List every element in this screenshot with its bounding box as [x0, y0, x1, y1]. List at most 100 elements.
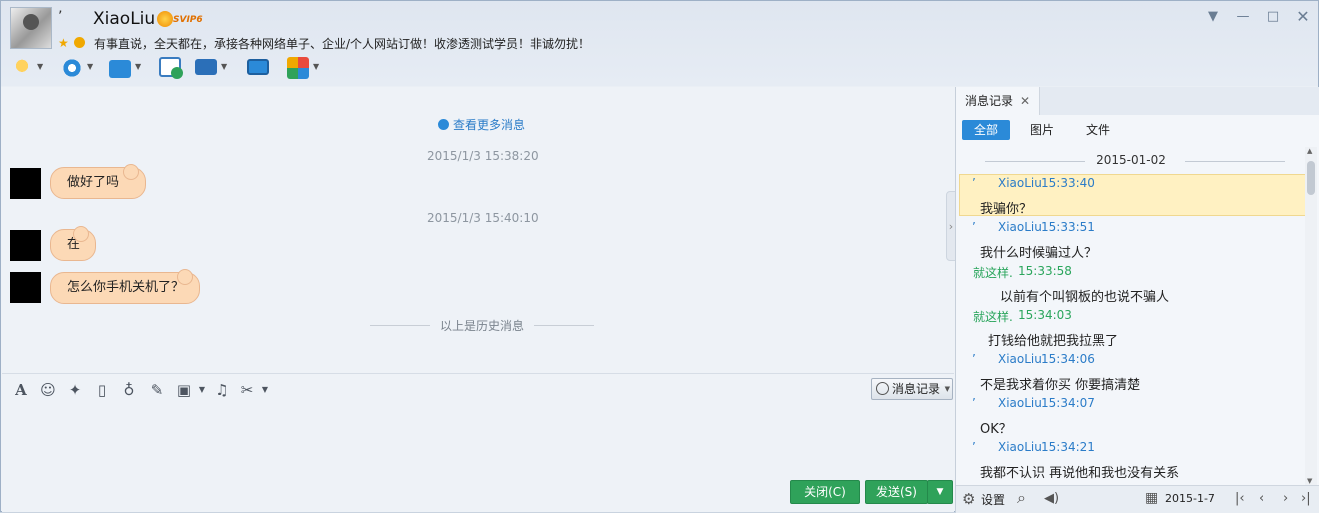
dropdown-icon[interactable]: ▼ — [1203, 7, 1223, 27]
avatar[interactable] — [10, 168, 41, 199]
bubble-decoration — [177, 269, 193, 285]
history-date: 2015-01-02 — [957, 153, 1305, 167]
send-button[interactable]: 发送(S) — [865, 480, 928, 504]
plus-icon — [171, 67, 183, 79]
chevron-down-icon: ▼ — [936, 487, 944, 497]
chevron-down-icon: ▼ — [944, 385, 950, 393]
contact-nickname[interactable]: XiaoLiu — [93, 9, 155, 29]
tab-message-history[interactable]: 消息记录 ✕ — [956, 87, 1040, 115]
send-options-button[interactable]: ▼ — [927, 480, 953, 504]
entry-time: 15:33:51 — [1041, 220, 1095, 234]
music-icon[interactable]: ♫ — [213, 381, 231, 399]
entry-time: 15:33:40 — [1041, 176, 1095, 190]
entry-time: 15:34:03 — [1018, 308, 1072, 322]
voice-message-icon[interactable]: ♁ — [120, 381, 138, 399]
avatar[interactable] — [10, 272, 41, 303]
history-divider: 以上是历史消息 — [370, 317, 594, 334]
maximize-icon[interactable]: □ — [1263, 7, 1283, 27]
calendar-icon[interactable]: ▦ — [1145, 490, 1158, 506]
next-page-icon[interactable]: › — [1283, 491, 1288, 506]
input-toolbar: A ☺ ✦ ▯ ♁ ✎ ▣ ▼ ♫ ✂ ▼ 消息记录 ▼ — [2, 373, 954, 406]
first-page-icon[interactable]: |‹ — [1235, 491, 1245, 506]
shake-icon[interactable]: ▯ — [93, 381, 111, 399]
history-panel: 消息记录 ✕ 全部 图片 文件 2015-01-02 ’ XiaoLiu 15:… — [955, 87, 1319, 513]
entry-time: 15:34:07 — [1041, 396, 1095, 410]
message-history-button[interactable]: 消息记录 ▼ — [871, 378, 953, 400]
verified-icon[interactable] — [74, 37, 85, 48]
entry-sender: XiaoLiu — [998, 440, 1042, 454]
entry-text: 我都不认识 再说他和我也没有关系 — [980, 466, 1180, 481]
entry-sender: XiaoLiu — [998, 176, 1042, 190]
close-icon[interactable]: ✕ — [1293, 7, 1313, 27]
avatar[interactable] — [10, 230, 41, 261]
message-bubble[interactable]: 做好了吗 — [50, 164, 146, 199]
message-timestamp: 2015/1/3 15:38:20 — [427, 149, 539, 163]
chevron-down-icon[interactable]: ▼ — [135, 62, 141, 71]
camera-icon — [61, 57, 83, 79]
font-icon[interactable]: A — [12, 381, 30, 399]
view-more-link[interactable]: 查看更多消息 — [438, 116, 525, 133]
scroll-thumb[interactable] — [1307, 161, 1315, 195]
scroll-up-icon[interactable]: ▲ — [1307, 147, 1312, 155]
last-page-icon[interactable]: ›| — [1301, 491, 1311, 506]
vip-crown-icon — [157, 11, 173, 27]
entry-text: 打钱给他就把我拉黑了 — [988, 334, 1119, 349]
star-icon[interactable]: ★ — [58, 36, 69, 50]
speaker-icon[interactable]: ◀) — [1044, 491, 1059, 506]
entry-sender: 就这样. — [973, 310, 1013, 324]
bubble-decoration — [73, 226, 89, 242]
minimize-icon[interactable]: — — [1233, 7, 1253, 27]
chevron-down-icon[interactable]: ▼ — [87, 62, 93, 71]
monitor-icon — [195, 59, 217, 75]
microphone-icon — [11, 57, 33, 79]
clock-icon — [876, 382, 889, 395]
message-bubble[interactable]: 在 — [50, 226, 96, 261]
entry-sender: XiaoLiu — [998, 396, 1042, 410]
filter-images[interactable]: 图片 — [1018, 120, 1066, 140]
search-icon[interactable]: ⌕ — [1017, 488, 1026, 508]
chevron-down-icon[interactable]: ▼ — [193, 381, 211, 399]
edit-icon[interactable]: ✎ — [148, 381, 166, 399]
chat-window: ’ XiaoLiu SVIP6 ★ 有事直说，全天都在，承接各种网络单子、企业/… — [0, 0, 1319, 513]
chevron-down-icon[interactable]: ▼ — [37, 62, 43, 71]
entry-sender: XiaoLiu — [998, 352, 1042, 366]
clock-icon — [438, 119, 449, 130]
history-footer: ⚙ 设置 ⌕ ◀) ▦ 2015-1-7 |‹ ‹ › ›| — [956, 485, 1319, 513]
chevron-down-icon[interactable]: ▼ — [313, 62, 319, 71]
history-list[interactable]: 2015-01-02 ’ XiaoLiu 15:33:40 我骗你？ ’ Xia… — [957, 147, 1305, 485]
prev-page-icon[interactable]: ‹ — [1259, 491, 1264, 506]
vip-badge[interactable]: SVIP6 — [157, 11, 205, 29]
message-area[interactable]: 查看更多消息 2015/1/3 15:38:20 做好了吗 2015/1/3 1… — [2, 87, 954, 373]
filter-files[interactable]: 文件 — [1074, 120, 1122, 140]
scissors-icon[interactable]: ✂ — [238, 381, 256, 399]
message-bubble[interactable]: 怎么你手机关机了？ — [50, 269, 200, 304]
close-tab-icon[interactable]: ✕ — [1020, 87, 1030, 115]
history-tabbar: 消息记录 ✕ — [956, 87, 1319, 115]
screen-share-icon — [247, 59, 269, 75]
close-button[interactable]: 关闭(C) — [790, 480, 860, 504]
scroll-down-icon[interactable]: ▼ — [1307, 477, 1312, 485]
contact-signature: 有事直说，全天都在，承接各种网络单子、企业/个人网站订做！收渗透测试学员！非诚勿… — [94, 37, 591, 51]
date-selector[interactable]: 2015-1-7 — [1165, 492, 1215, 505]
emoji-icon[interactable]: ☺ — [39, 381, 57, 399]
filter-all[interactable]: 全部 — [962, 120, 1010, 140]
settings-label[interactable]: 设置 — [981, 491, 1005, 508]
entry-text: 我什么时候骗过人？ — [980, 246, 1098, 261]
image-icon[interactable]: ▣ — [175, 381, 193, 399]
entry-time: 15:34:21 — [1041, 440, 1095, 454]
folder-icon — [109, 60, 131, 78]
gear-icon[interactable]: ⚙ — [962, 490, 975, 508]
entry-text: 我骗你？ — [980, 202, 1033, 217]
entry-time: 15:33:58 — [1018, 264, 1072, 278]
chevron-down-icon[interactable]: ▼ — [256, 381, 274, 399]
magic-wand-icon[interactable]: ✦ — [66, 381, 84, 399]
nickname-prefix: ’ — [58, 9, 63, 25]
apps-grid-icon — [287, 57, 309, 79]
entry-sender: 就这样. — [973, 266, 1013, 280]
history-scrollbar[interactable]: ▲ ▼ — [1305, 147, 1317, 485]
entry-text: 以前有个叫钢板的也说不骗人 — [1000, 290, 1170, 305]
contact-avatar[interactable] — [10, 7, 52, 49]
entry-text: 不是我求着你买 你要搞清楚 — [980, 378, 1141, 393]
message-timestamp: 2015/1/3 15:40:10 — [427, 211, 539, 225]
chevron-down-icon[interactable]: ▼ — [221, 62, 227, 71]
